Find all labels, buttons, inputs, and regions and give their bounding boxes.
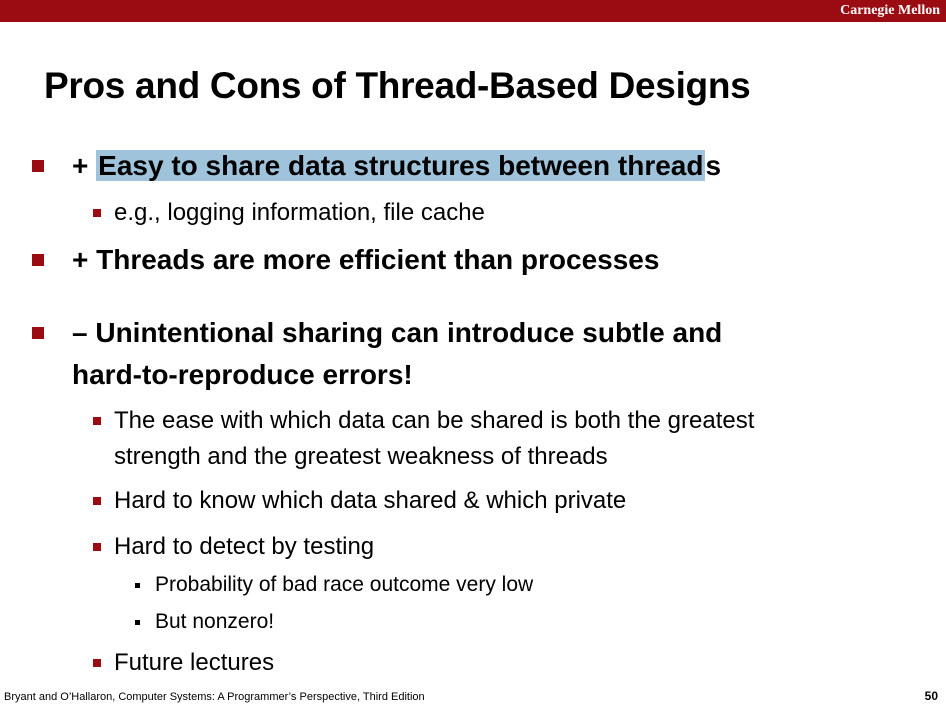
sub-bullet-line-2: strength and the greatest weakness of th… (114, 443, 608, 470)
brand-label: Carnegie Mellon (840, 3, 940, 18)
square-bullet-icon (32, 327, 44, 339)
sub-sub-bullet-text: But nonzero! (155, 610, 275, 633)
small-square-bullet-icon (135, 620, 140, 625)
sub-bullet-hard-to-detect: Hard to detect by testing (93, 529, 375, 565)
sub-bullet-line-1: The ease with which data can be shared i… (114, 407, 755, 434)
square-bullet-icon (93, 543, 101, 551)
footer-citation: Bryant and O’Hallaron, Computer Systems:… (4, 691, 425, 703)
bullet-suffix: s (705, 150, 722, 181)
bullet-line-2: hard-to-reproduce errors! (72, 359, 413, 390)
square-bullet-icon (93, 417, 101, 425)
bullet-prefix: + (72, 150, 97, 181)
bullet-text: + Threads are more efficient than proces… (72, 244, 660, 275)
sub-sub-bullet-nonzero: But nonzero! (135, 606, 275, 638)
sub-sub-bullet-text: Probability of bad race outcome very low (155, 573, 534, 596)
bullet-unintentional-sharing: – Unintentional sharing can introduce su… (32, 312, 723, 396)
sub-bullet-hard-to-know: Hard to know which data shared & which p… (93, 483, 627, 519)
sub-bullet-text: Hard to detect by testing (114, 533, 375, 560)
bullet-efficient: + Threads are more efficient than proces… (32, 239, 660, 281)
page-number: 50 (924, 689, 938, 703)
sub-bullet-example: e.g., logging information, file cache (93, 195, 485, 231)
square-bullet-icon (93, 659, 101, 667)
sub-bullet-text: Future lectures (114, 649, 275, 676)
bullet-line-1: – Unintentional sharing can introduce su… (72, 317, 723, 348)
header-bar (0, 0, 946, 22)
sub-bullet-text: e.g., logging information, file cache (114, 199, 485, 226)
sub-sub-bullet-probability: Probability of bad race outcome very low (135, 569, 534, 601)
highlighted-text: Easy to share data structures between th… (96, 150, 706, 181)
sub-bullet-ease: The ease with which data can be shared i… (93, 403, 755, 475)
sub-bullet-future-lectures: Future lectures (93, 645, 275, 681)
slide-title: Pros and Cons of Thread-Based Designs (44, 65, 751, 106)
bullet-easy-share: + Easy to share data structures between … (32, 145, 722, 187)
square-bullet-icon (32, 254, 44, 266)
square-bullet-icon (93, 209, 101, 217)
square-bullet-icon (93, 497, 101, 505)
small-square-bullet-icon (135, 583, 140, 588)
sub-bullet-text: Hard to know which data shared & which p… (114, 487, 627, 514)
square-bullet-icon (32, 160, 44, 172)
